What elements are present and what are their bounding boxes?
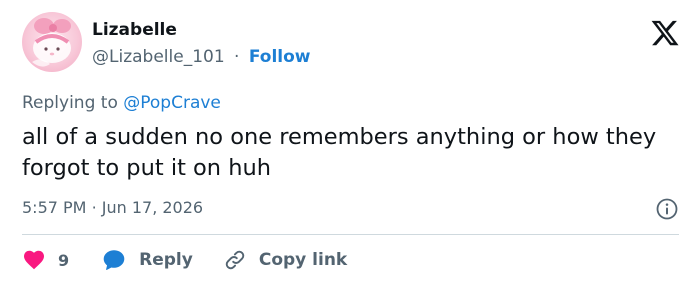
like-button[interactable]: 9 [22,248,69,272]
reply-context: Replying to @PopCrave [22,93,221,113]
follow-button[interactable]: Follow [249,47,311,67]
author-name[interactable]: Lizabelle [92,20,177,40]
reply-mention-link[interactable]: @PopCrave [123,93,221,113]
divider [22,234,679,235]
reply-context-prefix: Replying to [22,93,118,113]
tweet-timestamp[interactable]: 5:57 PM · Jun 17, 2026 [22,198,203,217]
tweet-date: Jun 17, 2026 [101,198,204,217]
reply-bubble-icon [103,250,125,270]
action-bar: 9 Reply Copy link [22,244,347,276]
author-handle[interactable]: @Lizabelle_101 [92,47,225,67]
separator-dot: · [234,47,240,67]
x-logo-icon[interactable] [650,18,680,48]
tweet-time: 5:57 PM [22,198,87,217]
timestamp-separator: · [91,198,97,217]
like-count: 9 [58,250,70,270]
pink-melody-character-avatar-icon [32,18,71,67]
tweet-text: all of a sudden no one remembers anythin… [22,124,657,181]
reply-button[interactable]: Reply [101,247,193,273]
avatar[interactable] [22,12,82,72]
info-icon[interactable] [655,197,679,221]
heart-icon [24,250,44,270]
copy-link-button[interactable]: Copy link [223,248,347,272]
link-icon [225,250,245,270]
copy-link-label: Copy link [258,250,348,270]
reply-label: Reply [139,250,193,270]
author-handle-row: @Lizabelle_101 · Follow [92,47,311,67]
